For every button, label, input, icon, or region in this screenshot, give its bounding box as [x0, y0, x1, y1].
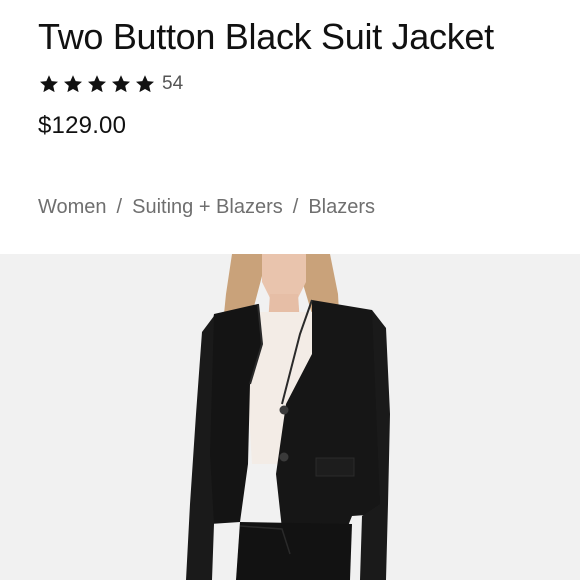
- product-page: Two Button Black Suit Jacket 54 $129.00 …: [0, 0, 580, 580]
- product-photo[interactable]: [0, 254, 580, 580]
- review-count[interactable]: 54: [162, 73, 183, 95]
- star-icon: [134, 73, 156, 95]
- jacket-pocket: [315, 457, 355, 477]
- product-rating[interactable]: 54: [38, 70, 183, 98]
- breadcrumb-item-blazers[interactable]: Blazers: [308, 196, 375, 219]
- breadcrumb: Women / Suiting + Blazers / Blazers: [38, 196, 375, 219]
- star-icon: [86, 73, 108, 95]
- breadcrumb-item-women[interactable]: Women: [38, 196, 107, 219]
- jacket-button: [279, 452, 289, 462]
- star-icon: [62, 73, 84, 95]
- star-icon: [38, 73, 60, 95]
- product-title: Two Button Black Suit Jacket: [38, 16, 494, 57]
- breadcrumb-separator: /: [116, 196, 123, 218]
- breadcrumb-item-suiting-blazers[interactable]: Suiting + Blazers: [132, 196, 283, 219]
- trousers-shape: [236, 522, 352, 580]
- product-price: $129.00: [38, 112, 127, 139]
- product-photo-illustration: [0, 254, 580, 580]
- breadcrumb-separator: /: [292, 196, 299, 218]
- jacket-button: [279, 405, 289, 415]
- star-icon: [110, 73, 132, 95]
- rating-stars: [38, 73, 156, 95]
